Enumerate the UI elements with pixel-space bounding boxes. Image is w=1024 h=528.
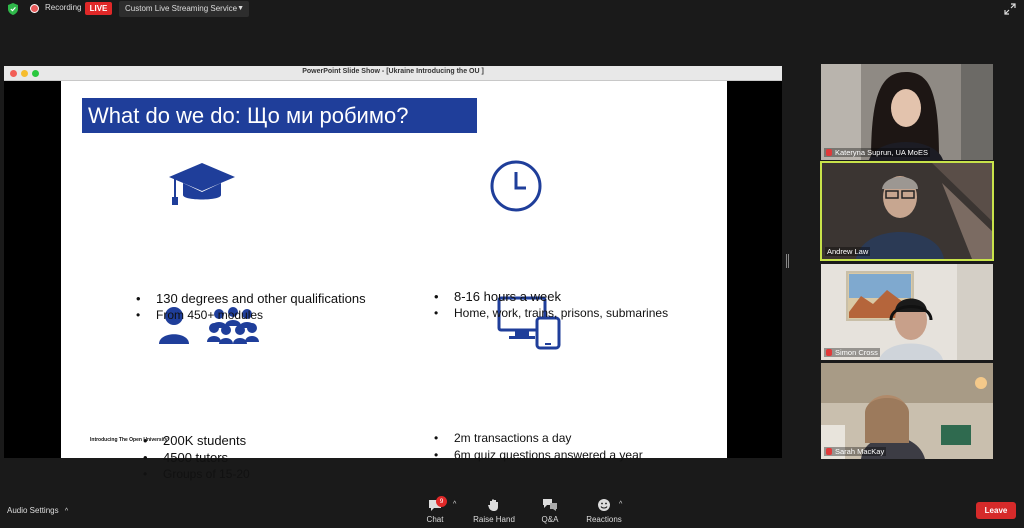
qa-label: Q&A — [541, 515, 559, 524]
audio-settings-label: Audio Settings — [7, 506, 59, 515]
qa-icon — [543, 499, 557, 511]
top-bar: Recording LIVE Custom Live Streaming Ser… — [0, 0, 1024, 18]
chat-label: Chat — [426, 515, 444, 524]
clock-icon — [490, 160, 542, 212]
audio-settings-button[interactable]: Audio Settings ^ — [7, 506, 68, 515]
bullet-modules: From 450+ modules — [136, 308, 263, 322]
bullet-tutors: 4500 tutors — [143, 450, 228, 465]
participant-name: Simon Cross — [835, 348, 878, 357]
muted-mic-icon — [826, 349, 832, 356]
raise-hand-icon — [488, 499, 498, 511]
window-title: PowerPoint Slide Show - [Ukraine Introdu… — [302, 68, 484, 75]
bullet-groups: Groups of 15-20 — [143, 467, 250, 481]
recording-icon[interactable] — [30, 4, 39, 13]
live-badge[interactable]: LIVE — [85, 2, 112, 15]
bullet-degrees: 130 degrees and other qualifications — [136, 291, 366, 306]
chevron-down-icon: ▼ — [237, 5, 244, 12]
resize-handle[interactable] — [786, 254, 789, 268]
fullscreen-icon[interactable] — [1004, 3, 1016, 15]
recording-label: Recording — [45, 3, 82, 12]
qa-button[interactable]: Q&A — [538, 498, 562, 524]
bullet-hours: 8-16 hours a week — [434, 289, 561, 304]
raise-hand-label: Raise Hand — [473, 515, 515, 524]
slide-footer: Introducing The Open University — [90, 437, 168, 443]
streaming-service-dropdown[interactable]: Custom Live Streaming Service ▼ — [119, 1, 249, 17]
muted-mic-icon — [826, 149, 832, 156]
graduation-cap-icon — [169, 163, 235, 205]
shield-check-icon — [8, 3, 18, 15]
slide: What do we do: Що ми робимо? • 130 degre… — [61, 81, 727, 481]
slide-title: What do we do: Що ми робимо? — [82, 98, 477, 133]
participant-name: Andrew Law — [827, 247, 869, 256]
participant-name: Kateryna Suprun, UA MoES — [835, 148, 928, 157]
reactions-icon — [598, 499, 610, 511]
video-tile-sarah[interactable]: Sarah MacKay — [821, 363, 993, 459]
participant-name: Sarah MacKay — [835, 447, 885, 456]
chevron-up-icon: ^ — [64, 508, 69, 515]
bullet-quiz: 6m quiz questions answered a year — [434, 448, 643, 462]
chat-unread-badge: 9 — [436, 496, 447, 507]
reactions-label: Reactions — [586, 515, 622, 524]
video-tile-simon[interactable]: Simon Cross — [821, 264, 993, 360]
window-title-bar[interactable]: PowerPoint Slide Show - [Ukraine Introdu… — [4, 66, 782, 81]
reactions-options-chevron-icon[interactable]: ^ — [619, 501, 622, 508]
raise-hand-button[interactable]: Raise Hand — [472, 498, 516, 524]
video-tile-kateryna[interactable]: Kateryna Suprun, UA MoES — [821, 64, 993, 160]
muted-mic-icon — [826, 448, 832, 455]
meeting-toolbar: Audio Settings ^ 9 Chat ^ Raise Hand Q&A… — [0, 494, 1024, 528]
devices-icon — [497, 296, 561, 350]
leave-button[interactable]: Leave — [976, 502, 1016, 519]
chat-options-chevron-icon[interactable]: ^ — [453, 501, 456, 508]
bullet-transactions: 2m transactions a day — [434, 431, 571, 445]
streaming-service-label: Custom Live Streaming Service — [125, 4, 238, 13]
video-tile-andrew[interactable]: Andrew Law — [820, 161, 994, 261]
slideshow-window[interactable]: PowerPoint Slide Show - [Ukraine Introdu… — [4, 66, 782, 481]
bullet-locations: Home, work, trains, prisons, submarines — [434, 306, 668, 320]
bullet-students: 200K students — [143, 433, 246, 448]
chat-button[interactable]: 9 Chat — [422, 496, 448, 524]
reactions-button[interactable]: Reactions — [585, 498, 623, 524]
